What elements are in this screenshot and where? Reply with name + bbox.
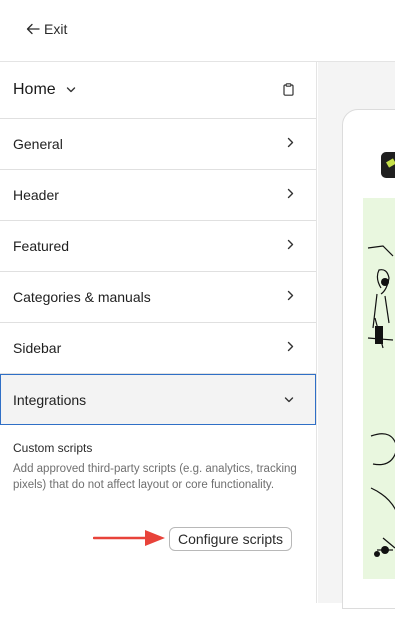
configure-scripts-button[interactable]: Configure scripts <box>169 527 293 551</box>
chevron-down-icon <box>66 81 76 99</box>
section-integrations[interactable]: Integrations <box>0 374 316 425</box>
chevron-right-icon <box>287 237 294 255</box>
section-label: Featured <box>13 238 70 254</box>
section-label: Integrations <box>13 391 87 408</box>
chevron-right-icon <box>287 186 294 204</box>
section-label: Sidebar <box>13 340 62 356</box>
sidebar-header: Home <box>0 62 316 119</box>
section-general[interactable]: General <box>0 119 316 170</box>
integrations-panel: Custom scripts Add approved third-party … <box>0 425 316 625</box>
logo-icon <box>381 152 395 178</box>
exit-label: Exit <box>44 21 68 37</box>
arrow-left-icon <box>26 23 40 35</box>
chevron-down-icon <box>284 391 294 409</box>
settings-sidebar: Home General Header Featured Categories … <box>0 62 317 603</box>
section-categories-manuals[interactable]: Categories & manuals <box>0 272 316 323</box>
clipboard-icon[interactable] <box>283 83 294 101</box>
section-sidebar[interactable]: Sidebar <box>0 323 316 374</box>
custom-scripts-title: Custom scripts <box>13 441 93 455</box>
preview-page <box>363 134 395 579</box>
chevron-right-icon <box>287 135 294 153</box>
section-label: Categories & manuals <box>13 289 151 305</box>
section-label: Header <box>13 187 59 203</box>
custom-scripts-description: Add approved third-party scripts (e.g. a… <box>13 463 297 491</box>
preview-area <box>318 62 395 609</box>
chevron-right-icon <box>287 339 294 357</box>
section-label: General <box>13 136 63 152</box>
hero-illustration <box>363 198 395 579</box>
annotation-arrow-icon <box>92 528 167 553</box>
top-bar: Exit <box>0 0 395 62</box>
exit-link[interactable]: Exit <box>26 21 67 37</box>
page-title: Home <box>13 81 56 98</box>
preview-frame <box>342 109 395 609</box>
chevron-right-icon <box>287 288 294 306</box>
section-featured[interactable]: Featured <box>0 221 316 272</box>
section-header[interactable]: Header <box>0 170 316 221</box>
page-selector[interactable]: Home <box>13 81 76 99</box>
